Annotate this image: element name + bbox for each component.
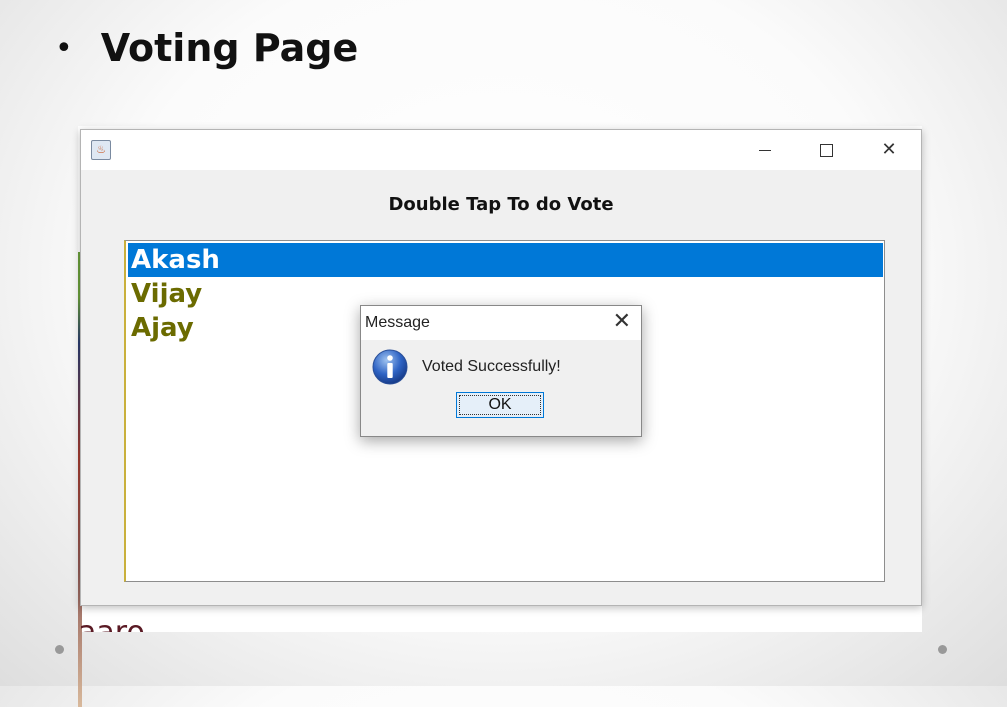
dialog-title: Message: [365, 314, 430, 331]
candidate-item-akash[interactable]: Akash: [128, 243, 883, 277]
minimize-button[interactable]: [742, 134, 788, 166]
close-icon: ✕: [881, 139, 897, 160]
minimize-icon: [759, 149, 771, 151]
slide-nav-dot-right: [938, 645, 947, 654]
bullet-point: •: [55, 30, 73, 66]
close-button[interactable]: ✕: [866, 134, 912, 166]
dialog-message: Voted Successfully!: [422, 358, 561, 375]
slide-title-text: Voting Page: [100, 26, 359, 70]
maximize-icon: [819, 143, 833, 157]
ok-button[interactable]: OK: [456, 392, 544, 418]
java-app-icon: ♨: [91, 140, 111, 160]
message-dialog: Message ✕ Voted Successfully! OK: [360, 305, 642, 437]
vote-instruction-label: Double Tap To do Vote: [388, 194, 614, 215]
slide-nav-dot-left: [55, 645, 64, 654]
background-cut-text: aaro: [78, 612, 145, 632]
slide-title: • Voting Page: [55, 26, 358, 70]
dialog-titlebar[interactable]: Message ✕: [361, 306, 641, 340]
window-titlebar[interactable]: ♨ ✕: [81, 130, 921, 170]
dialog-close-button[interactable]: ✕: [613, 309, 631, 334]
info-icon: [372, 349, 408, 385]
maximize-button[interactable]: [803, 134, 849, 166]
